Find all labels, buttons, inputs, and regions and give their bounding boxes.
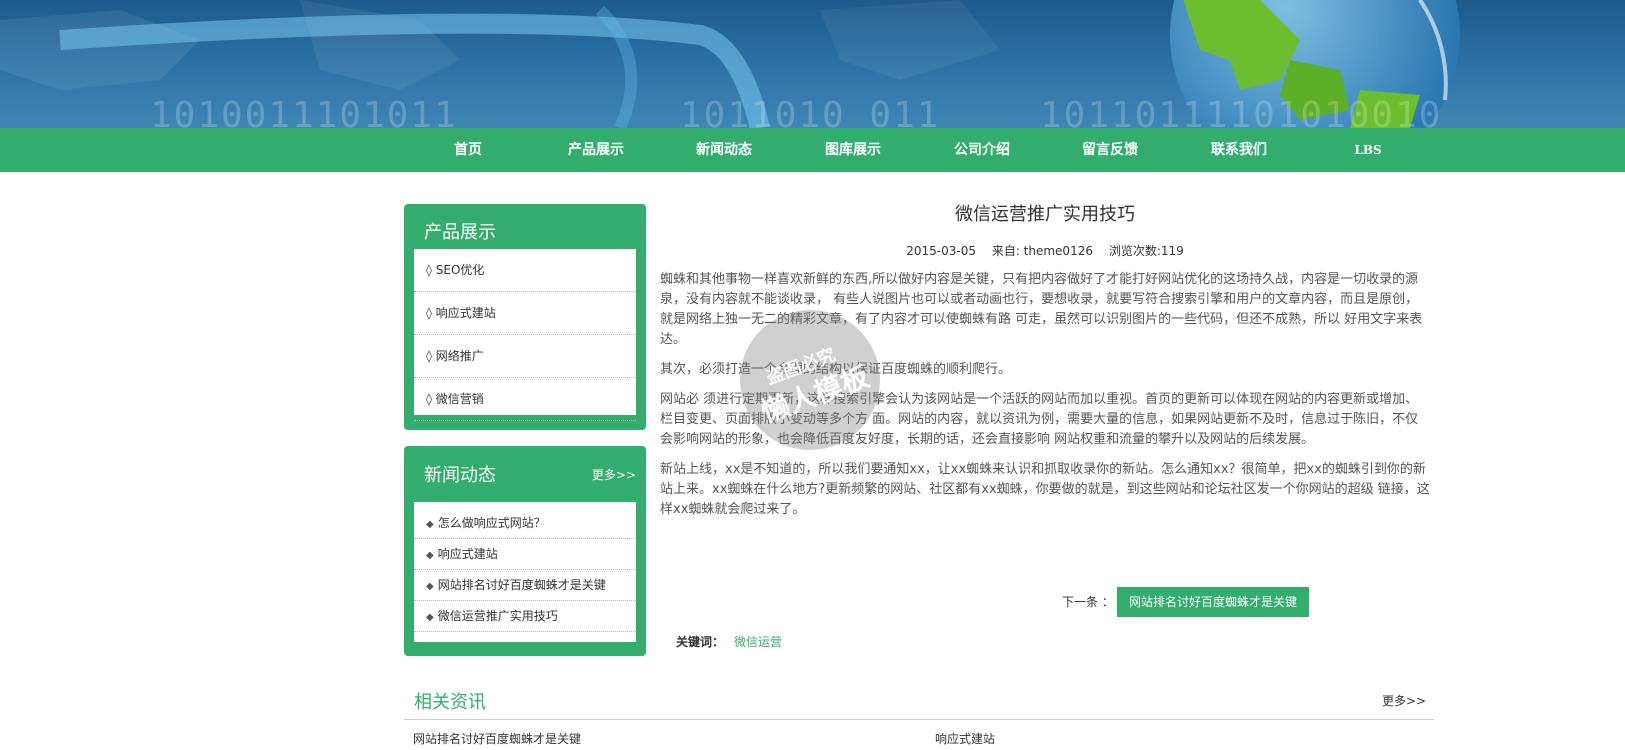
bullet-icon: ◆: [426, 550, 434, 561]
news-panel: 新闻动态 更多>> ◆ 怎么做响应式网站？ ◆ 响应式建站 ◆ 网站排名讨好百度蜘蛛才…: [404, 446, 646, 656]
product-item-responsive[interactable]: ◊ 响应式建站: [414, 292, 636, 335]
related-divider: [404, 719, 1434, 720]
nav-item-contact[interactable]: 联系我们: [1189, 128, 1289, 172]
news-list: ◆ 怎么做响应式网站？ ◆ 响应式建站 ◆ 网站排名讨好百度蜘蛛才是关键 ◆ 微信运营推…: [414, 502, 636, 642]
keyword-link[interactable]: 微信运营: [734, 633, 782, 650]
bullet-icon: ◆: [426, 581, 434, 592]
news-list-item[interactable]: ◆ 响应式建站: [414, 539, 636, 570]
news-item-label: 怎么做响应式网站？: [437, 516, 546, 530]
related-item[interactable]: 响应式建站: [935, 730, 995, 747]
article-paragraph: 新站上线，xx是不知道的，所以我们要通知xx，让xx蜘蛛来认识和抓取收录你的新站…: [660, 462, 1430, 517]
news-item-label: 微信运营推广实用技巧: [437, 609, 558, 623]
products-list: ◊ SEO优化 ◊ 响应式建站 ◊ 网络推广 ◊ 微信营销: [414, 249, 636, 421]
header-banner: 1010011101011 1011010 011 10110111101010…: [0, 0, 1625, 128]
news-item-label: 网站排名讨好百度蜘蛛才是关键: [437, 578, 606, 592]
article-meta: 2015-03-05 来自: theme0126 浏览次数:119: [660, 242, 1430, 260]
banner-binary-text: 1010011101011: [150, 95, 458, 128]
next-article-label: 下一条 ：: [1062, 595, 1114, 609]
product-item-promotion[interactable]: ◊ 网络推广: [414, 335, 636, 378]
article-source: 来自: theme0126: [991, 244, 1093, 258]
related-more-link[interactable]: 更多>>: [1382, 692, 1426, 709]
news-panel-title: 新闻动态: [424, 465, 496, 486]
keyword-label: 关键词：: [676, 635, 725, 649]
nav-item-lbs[interactable]: LBS: [1318, 128, 1418, 172]
main-nav: 首页 产品展示 新闻动态 图库展示 公司介绍 留言反馈 联系我们 LBS: [0, 128, 1625, 172]
article-date: 2015-03-05: [906, 244, 976, 258]
news-more-link[interactable]: 更多>>: [592, 466, 636, 483]
bullet-icon: ◆: [426, 519, 434, 530]
article-views: 浏览次数:119: [1108, 244, 1184, 258]
nav-item-about[interactable]: 公司介绍: [932, 128, 1032, 172]
news-item-label: 响应式建站: [437, 547, 498, 561]
news-list-item[interactable]: ◆ 网站排名讨好百度蜘蛛才是关键: [414, 570, 636, 601]
product-item-wechat[interactable]: ◊ 微信营销: [414, 378, 636, 421]
related-section-title: 相关资讯: [414, 692, 486, 713]
banner-binary-text: 10110111101010010: [1040, 95, 1443, 128]
nav-item-feedback[interactable]: 留言反馈: [1060, 128, 1160, 172]
banner-binary-text: 1011010 011: [680, 95, 941, 128]
article-title: 微信运营推广实用技巧: [955, 204, 1135, 225]
products-panel-title: 产品展示: [424, 222, 496, 243]
nav-item-products[interactable]: 产品展示: [546, 128, 646, 172]
nav-item-home[interactable]: 首页: [418, 128, 518, 172]
bullet-icon: ◆: [426, 612, 434, 623]
products-panel: 产品展示 ◊ SEO优化 ◊ 响应式建站 ◊ 网络推广 ◊ 微信营销: [404, 204, 646, 430]
product-item-seo[interactable]: ◊ SEO优化: [414, 249, 636, 292]
nav-item-gallery[interactable]: 图库展示: [803, 128, 903, 172]
nav-item-news[interactable]: 新闻动态: [674, 128, 774, 172]
next-article-button[interactable]: 网站排名讨好百度蜘蛛才是关键: [1117, 587, 1309, 617]
related-item[interactable]: 网站排名讨好百度蜘蛛才是关键: [413, 730, 581, 747]
news-list-item[interactable]: ◆ 微信运营推广实用技巧: [414, 601, 636, 632]
news-list-item[interactable]: ◆ 怎么做响应式网站？: [414, 508, 636, 539]
